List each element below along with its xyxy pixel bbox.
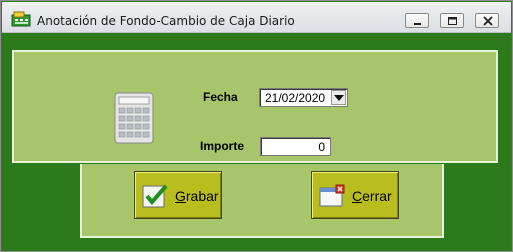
window-title: Anotación de Fondo-Cambio de Caja Diario bbox=[37, 14, 295, 28]
importe-label: Importe bbox=[200, 139, 245, 153]
grabar-label: Grabar bbox=[175, 188, 219, 204]
button-panel: Grabar Cerrar bbox=[80, 164, 444, 238]
minimize-icon bbox=[414, 23, 421, 25]
fecha-date-picker[interactable]: 21/02/2020 bbox=[259, 88, 348, 107]
minimize-button[interactable] bbox=[405, 13, 429, 28]
cash-register-icon bbox=[11, 11, 31, 27]
close-button[interactable] bbox=[475, 13, 499, 28]
maximize-button[interactable] bbox=[440, 13, 464, 28]
importe-input[interactable]: 0 bbox=[260, 137, 331, 156]
fecha-label: Fecha bbox=[203, 90, 238, 104]
cerrar-label: Cerrar bbox=[352, 188, 392, 204]
form-panel: Fecha 21/02/2020 Importe 0 bbox=[12, 50, 498, 163]
client-area: Fecha 21/02/2020 Importe 0 Grabar Cerrar bbox=[2, 33, 511, 251]
date-dropdown-button[interactable] bbox=[331, 90, 346, 105]
fecha-value: 21/02/2020 bbox=[265, 91, 326, 105]
maximize-icon bbox=[448, 17, 457, 25]
grabar-button[interactable]: Grabar bbox=[134, 171, 222, 219]
title-bar[interactable]: Anotación de Fondo-Cambio de Caja Diario bbox=[2, 2, 511, 33]
cerrar-button[interactable]: Cerrar bbox=[311, 171, 399, 219]
close-window-icon bbox=[319, 184, 345, 207]
importe-value: 0 bbox=[318, 140, 325, 154]
calculator-icon bbox=[114, 92, 154, 144]
dialog-window: Anotación de Fondo-Cambio de Caja Diario bbox=[0, 0, 513, 252]
close-icon bbox=[483, 16, 493, 26]
checkmark-icon bbox=[142, 184, 168, 208]
chevron-down-icon bbox=[334, 95, 344, 101]
